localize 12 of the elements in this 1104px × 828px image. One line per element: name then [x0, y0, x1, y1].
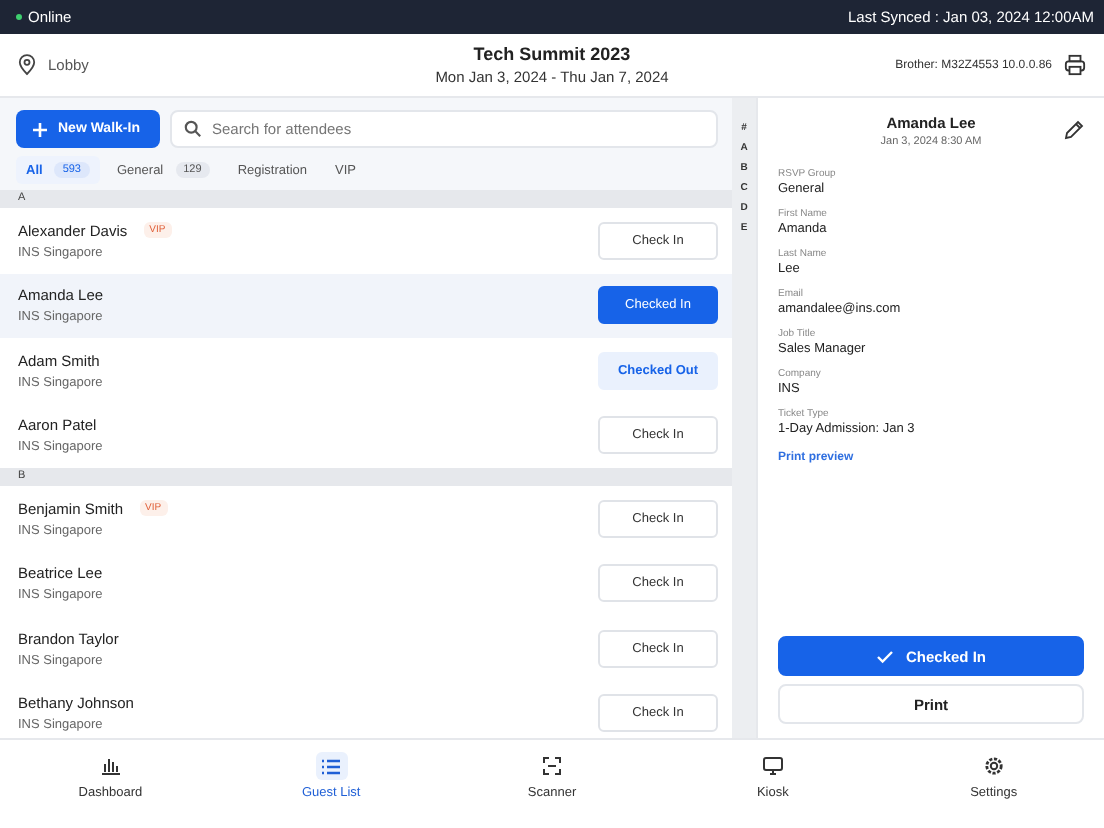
plus-icon [32, 121, 48, 137]
scan-frame-icon [542, 756, 563, 776]
check-icon [875, 649, 894, 663]
settings-icon [983, 756, 1004, 776]
printer-icon[interactable] [1064, 54, 1086, 76]
bar-chart-icon [99, 756, 122, 776]
edit-icon[interactable] [1064, 120, 1084, 140]
event-title: Tech Summit 2023 [471, 44, 633, 64]
location-pin-icon [18, 54, 36, 76]
list-icon [320, 757, 343, 775]
search-icon [183, 120, 202, 138]
monitor-icon [761, 756, 784, 776]
